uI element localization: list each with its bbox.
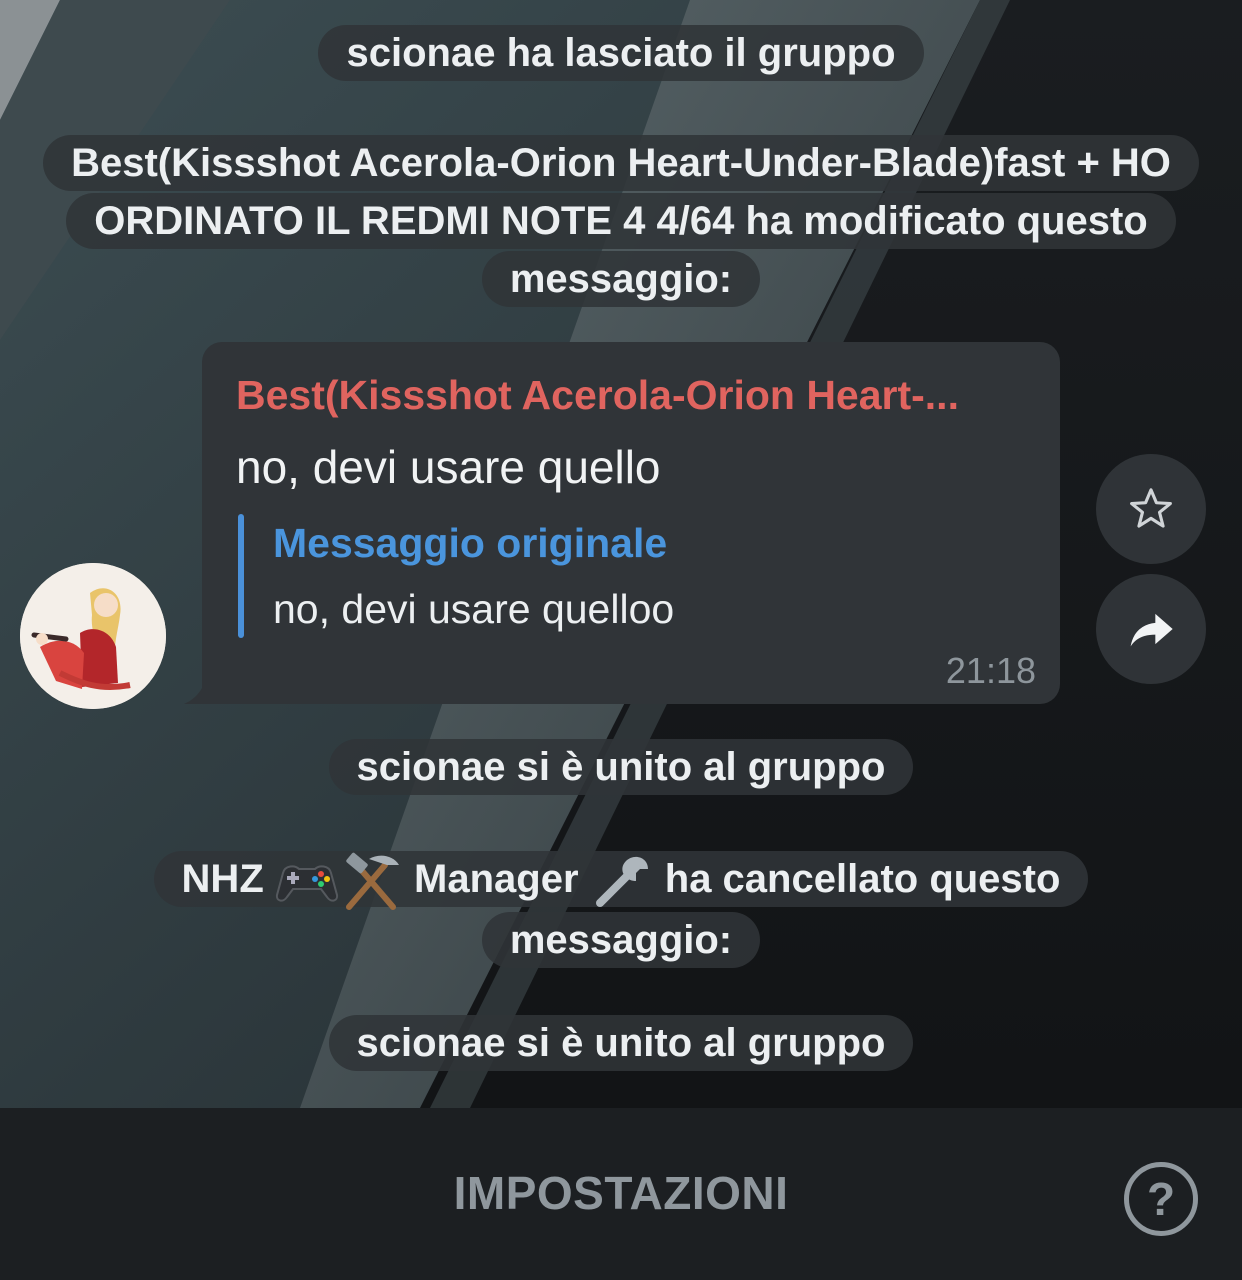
service-message-joined: scionae si è unito al gruppo xyxy=(0,738,1242,796)
star-icon xyxy=(1130,488,1172,528)
reply-accent-bar xyxy=(238,514,244,638)
avatar[interactable] xyxy=(20,563,166,709)
share-icon xyxy=(1130,613,1173,647)
help-icon[interactable]: ? xyxy=(1124,1162,1198,1236)
reply-text[interactable]: no, devi usare quelloo xyxy=(273,586,674,633)
forward-button[interactable] xyxy=(1096,574,1206,684)
gamepad-icon xyxy=(275,865,338,903)
bottom-bar: IMPOSTAZIONI ? xyxy=(0,1108,1242,1280)
message-time: 21:18 xyxy=(945,650,1036,691)
service-message-deleted: NHZ Manager ha cancellato questo messagg… xyxy=(0,850,1242,969)
reply-title[interactable]: Messaggio originale xyxy=(273,520,667,567)
hammer-and-pick-icon xyxy=(345,853,399,911)
service-message-edited: Best(Kissshot Acerola-Orion Heart-Under-… xyxy=(0,134,1242,308)
service-message-joined-2: scionae si è unito al gruppo xyxy=(0,1014,1242,1072)
message-text: no, devi usare quello xyxy=(236,441,661,493)
settings-button[interactable]: IMPOSTAZIONI xyxy=(0,1166,1242,1220)
favorite-button[interactable] xyxy=(1096,454,1206,564)
service-message-left-group: scionae ha lasciato il gruppo xyxy=(0,24,1242,82)
message-bubble[interactable]: Best(Kissshot Acerola-Orion Heart-... no… xyxy=(202,342,1060,704)
wrench-icon xyxy=(595,857,648,908)
sender-name[interactable]: Best(Kissshot Acerola-Orion Heart-... xyxy=(236,372,1036,419)
